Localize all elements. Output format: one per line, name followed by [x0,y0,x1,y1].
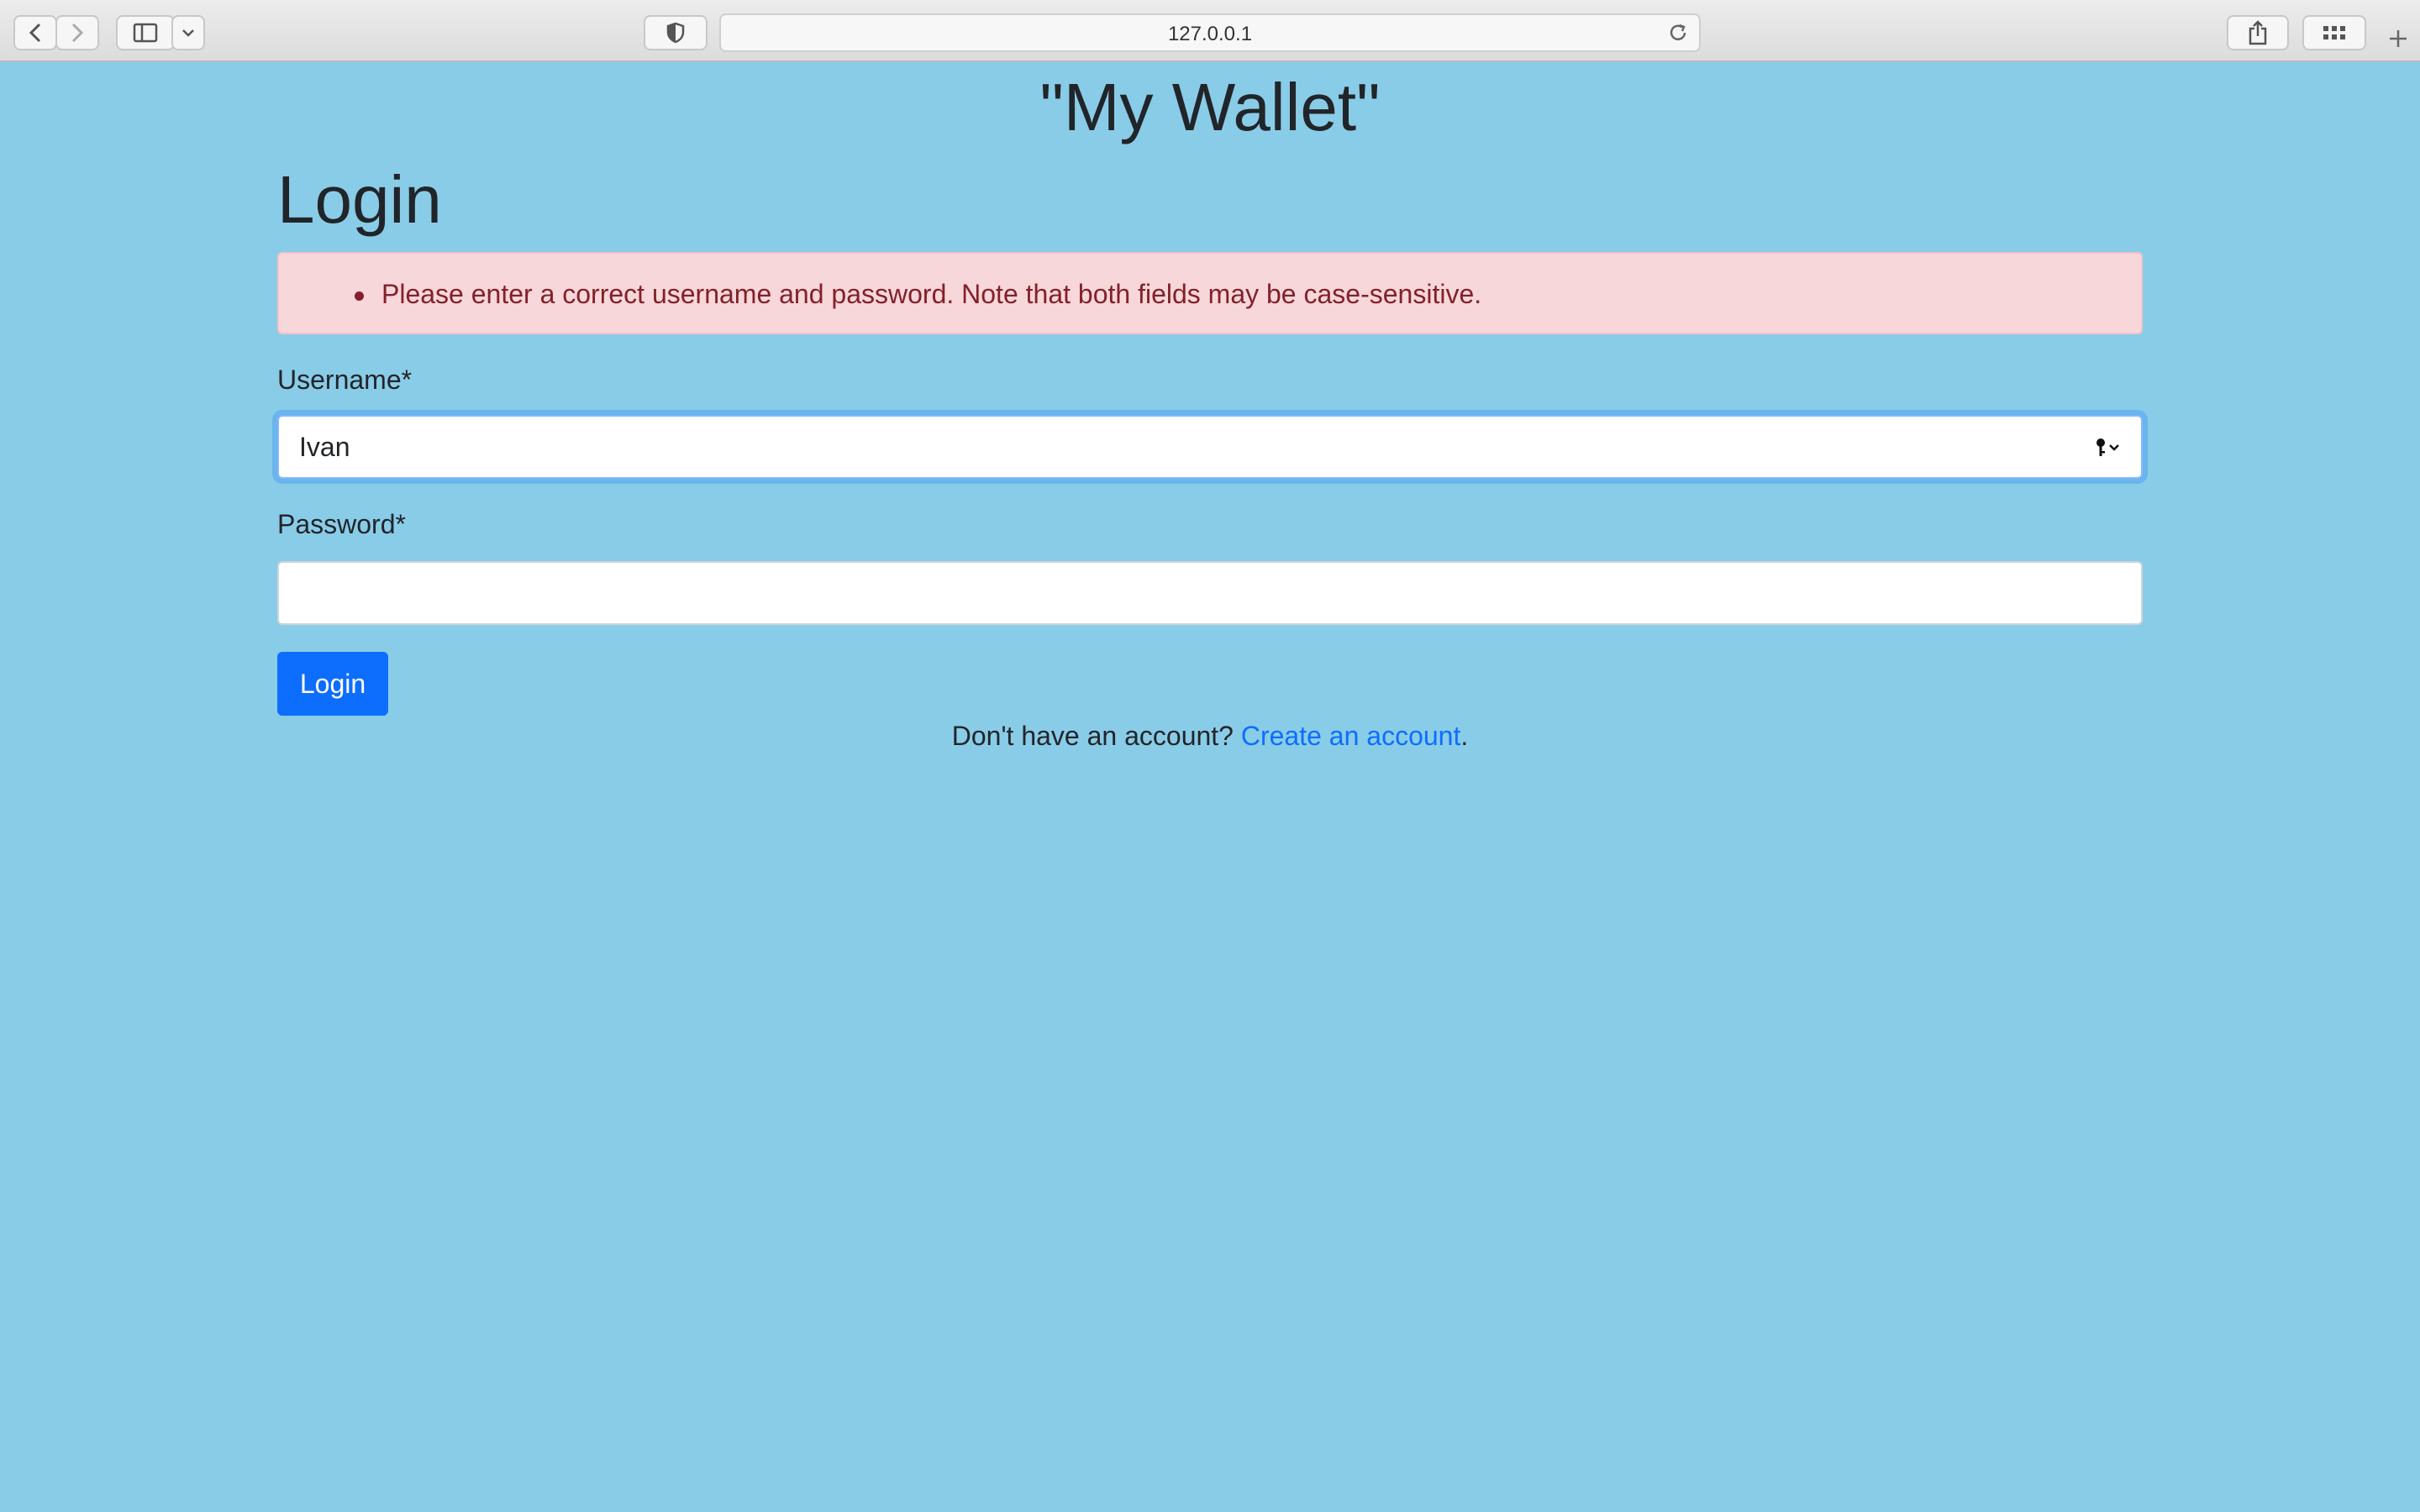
sidebar-menu-button[interactable] [171,15,205,50]
address-url: 127.0.0.1 [1167,23,1253,45]
password-autofill-key-icon[interactable] [2094,437,2123,459]
login-button[interactable]: Login [277,652,388,716]
password-label: Password* [277,509,406,539]
tabs-grid-icon [2323,26,2345,39]
signup-text: Don't have an account? [951,721,1234,751]
username-value: Ivan [299,432,350,462]
back-button[interactable] [13,15,57,50]
browser-toolbar: 127.0.0.1 [0,0,2420,62]
privacy-button[interactable] [644,15,708,50]
chevron-down-icon [182,29,194,37]
username-label: Username* [277,365,413,395]
sidebar-icon [133,23,158,43]
address-bar[interactable]: 127.0.0.1 [719,13,1701,52]
plus-icon [2390,30,2407,47]
error-list: Please enter a correct username and pass… [279,254,2141,310]
password-field[interactable] [277,561,2143,625]
page-content: "My Wallet" Login Please enter a correct… [0,64,2420,1512]
forward-button[interactable] [55,15,99,50]
signup-period: . [1460,721,1469,751]
create-account-link[interactable]: Create an account [1241,721,1461,751]
site-title: "My Wallet" [1039,70,1381,144]
forward-icon [71,23,84,43]
back-icon [29,23,41,43]
tab-overview-button[interactable] [2302,15,2366,50]
error-message: Please enter a correct username and pass… [355,254,2141,310]
shield-icon [666,22,685,44]
new-tab-button[interactable] [2381,22,2415,55]
sidebar-button[interactable] [116,15,175,50]
signup-prompt: Don't have an account? Create an account… [0,721,2420,752]
reload-icon[interactable] [1667,22,1689,44]
username-field[interactable]: Ivan [277,415,2143,479]
share-button[interactable] [2227,15,2289,50]
error-alert: Please enter a correct username and pass… [277,252,2143,334]
share-icon [2249,20,2267,45]
page-title: Login [277,162,442,237]
